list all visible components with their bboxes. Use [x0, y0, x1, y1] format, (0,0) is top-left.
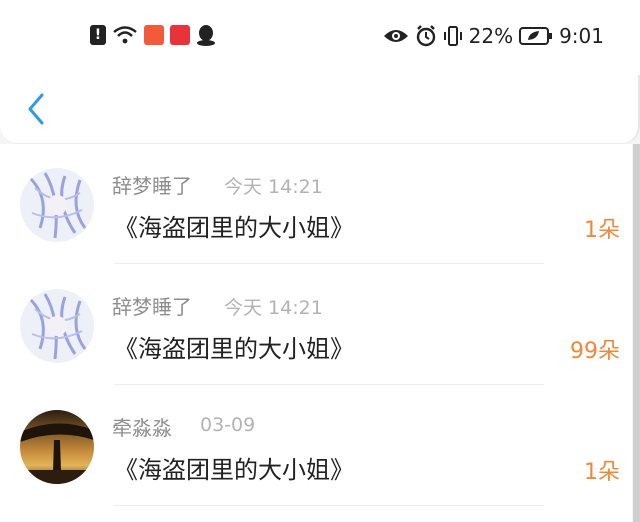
book-title: 《海盗团里的大小姐》 [114, 456, 354, 484]
scrollbar[interactable] [633, 144, 640, 522]
battery-icon [519, 27, 553, 45]
avatar[interactable] [20, 410, 94, 484]
wifi-icon [113, 26, 137, 44]
app-icon-1 [144, 25, 164, 45]
send-time: 今天 14:21 [224, 176, 323, 198]
avatar[interactable] [20, 289, 94, 363]
alarm-icon [416, 25, 435, 47]
status-bar: ! 22% 9:01 [0, 0, 640, 75]
avatar[interactable] [20, 168, 94, 242]
sender-name: 牵淼淼 [112, 416, 172, 440]
flower-count: 99朵 [570, 339, 620, 364]
flower-count: 1朵 [584, 218, 620, 243]
qq-icon [197, 25, 215, 46]
send-time: 03-09 [200, 414, 256, 436]
book-title: 《海盗团里的大小姐》 [114, 335, 354, 363]
eye-icon [383, 30, 408, 42]
list-item[interactable]: 辞梦睡了 今天 14:21 《海盗团里的大小姐》 1朵 [0, 144, 632, 264]
clock-time: 9:01 [559, 24, 604, 48]
status-right-icons: 22% 9:01 [383, 24, 604, 48]
gift-record-list: 辞梦睡了 今天 14:21 《海盗团里的大小姐》 1朵 辞梦睡了 今天 14:2… [0, 144, 632, 522]
divider [114, 384, 544, 385]
divider [114, 263, 544, 264]
app-icon-2 [170, 25, 190, 45]
book-title: 《海盗团里的大小姐》 [114, 214, 354, 242]
back-button[interactable] [22, 91, 52, 127]
list-item[interactable]: 辞梦睡了 今天 14:21 《海盗团里的大小姐》 99朵 [0, 265, 632, 385]
sender-name: 辞梦睡了 [112, 295, 192, 319]
sender-name: 辞梦睡了 [112, 174, 192, 198]
flower-count: 1朵 [584, 460, 620, 485]
chevron-left-icon [28, 93, 44, 125]
battery-percent: 22% [468, 24, 514, 48]
divider [114, 505, 544, 506]
alert-icon: ! [90, 25, 106, 45]
vibrate-icon [443, 26, 462, 46]
list-item[interactable]: 牵淼淼 03-09 《海盗团里的大小姐》 1朵 [0, 386, 632, 506]
nav-bar [0, 75, 640, 144]
send-time: 今天 14:21 [224, 297, 323, 319]
status-left-icons: ! [90, 24, 216, 46]
